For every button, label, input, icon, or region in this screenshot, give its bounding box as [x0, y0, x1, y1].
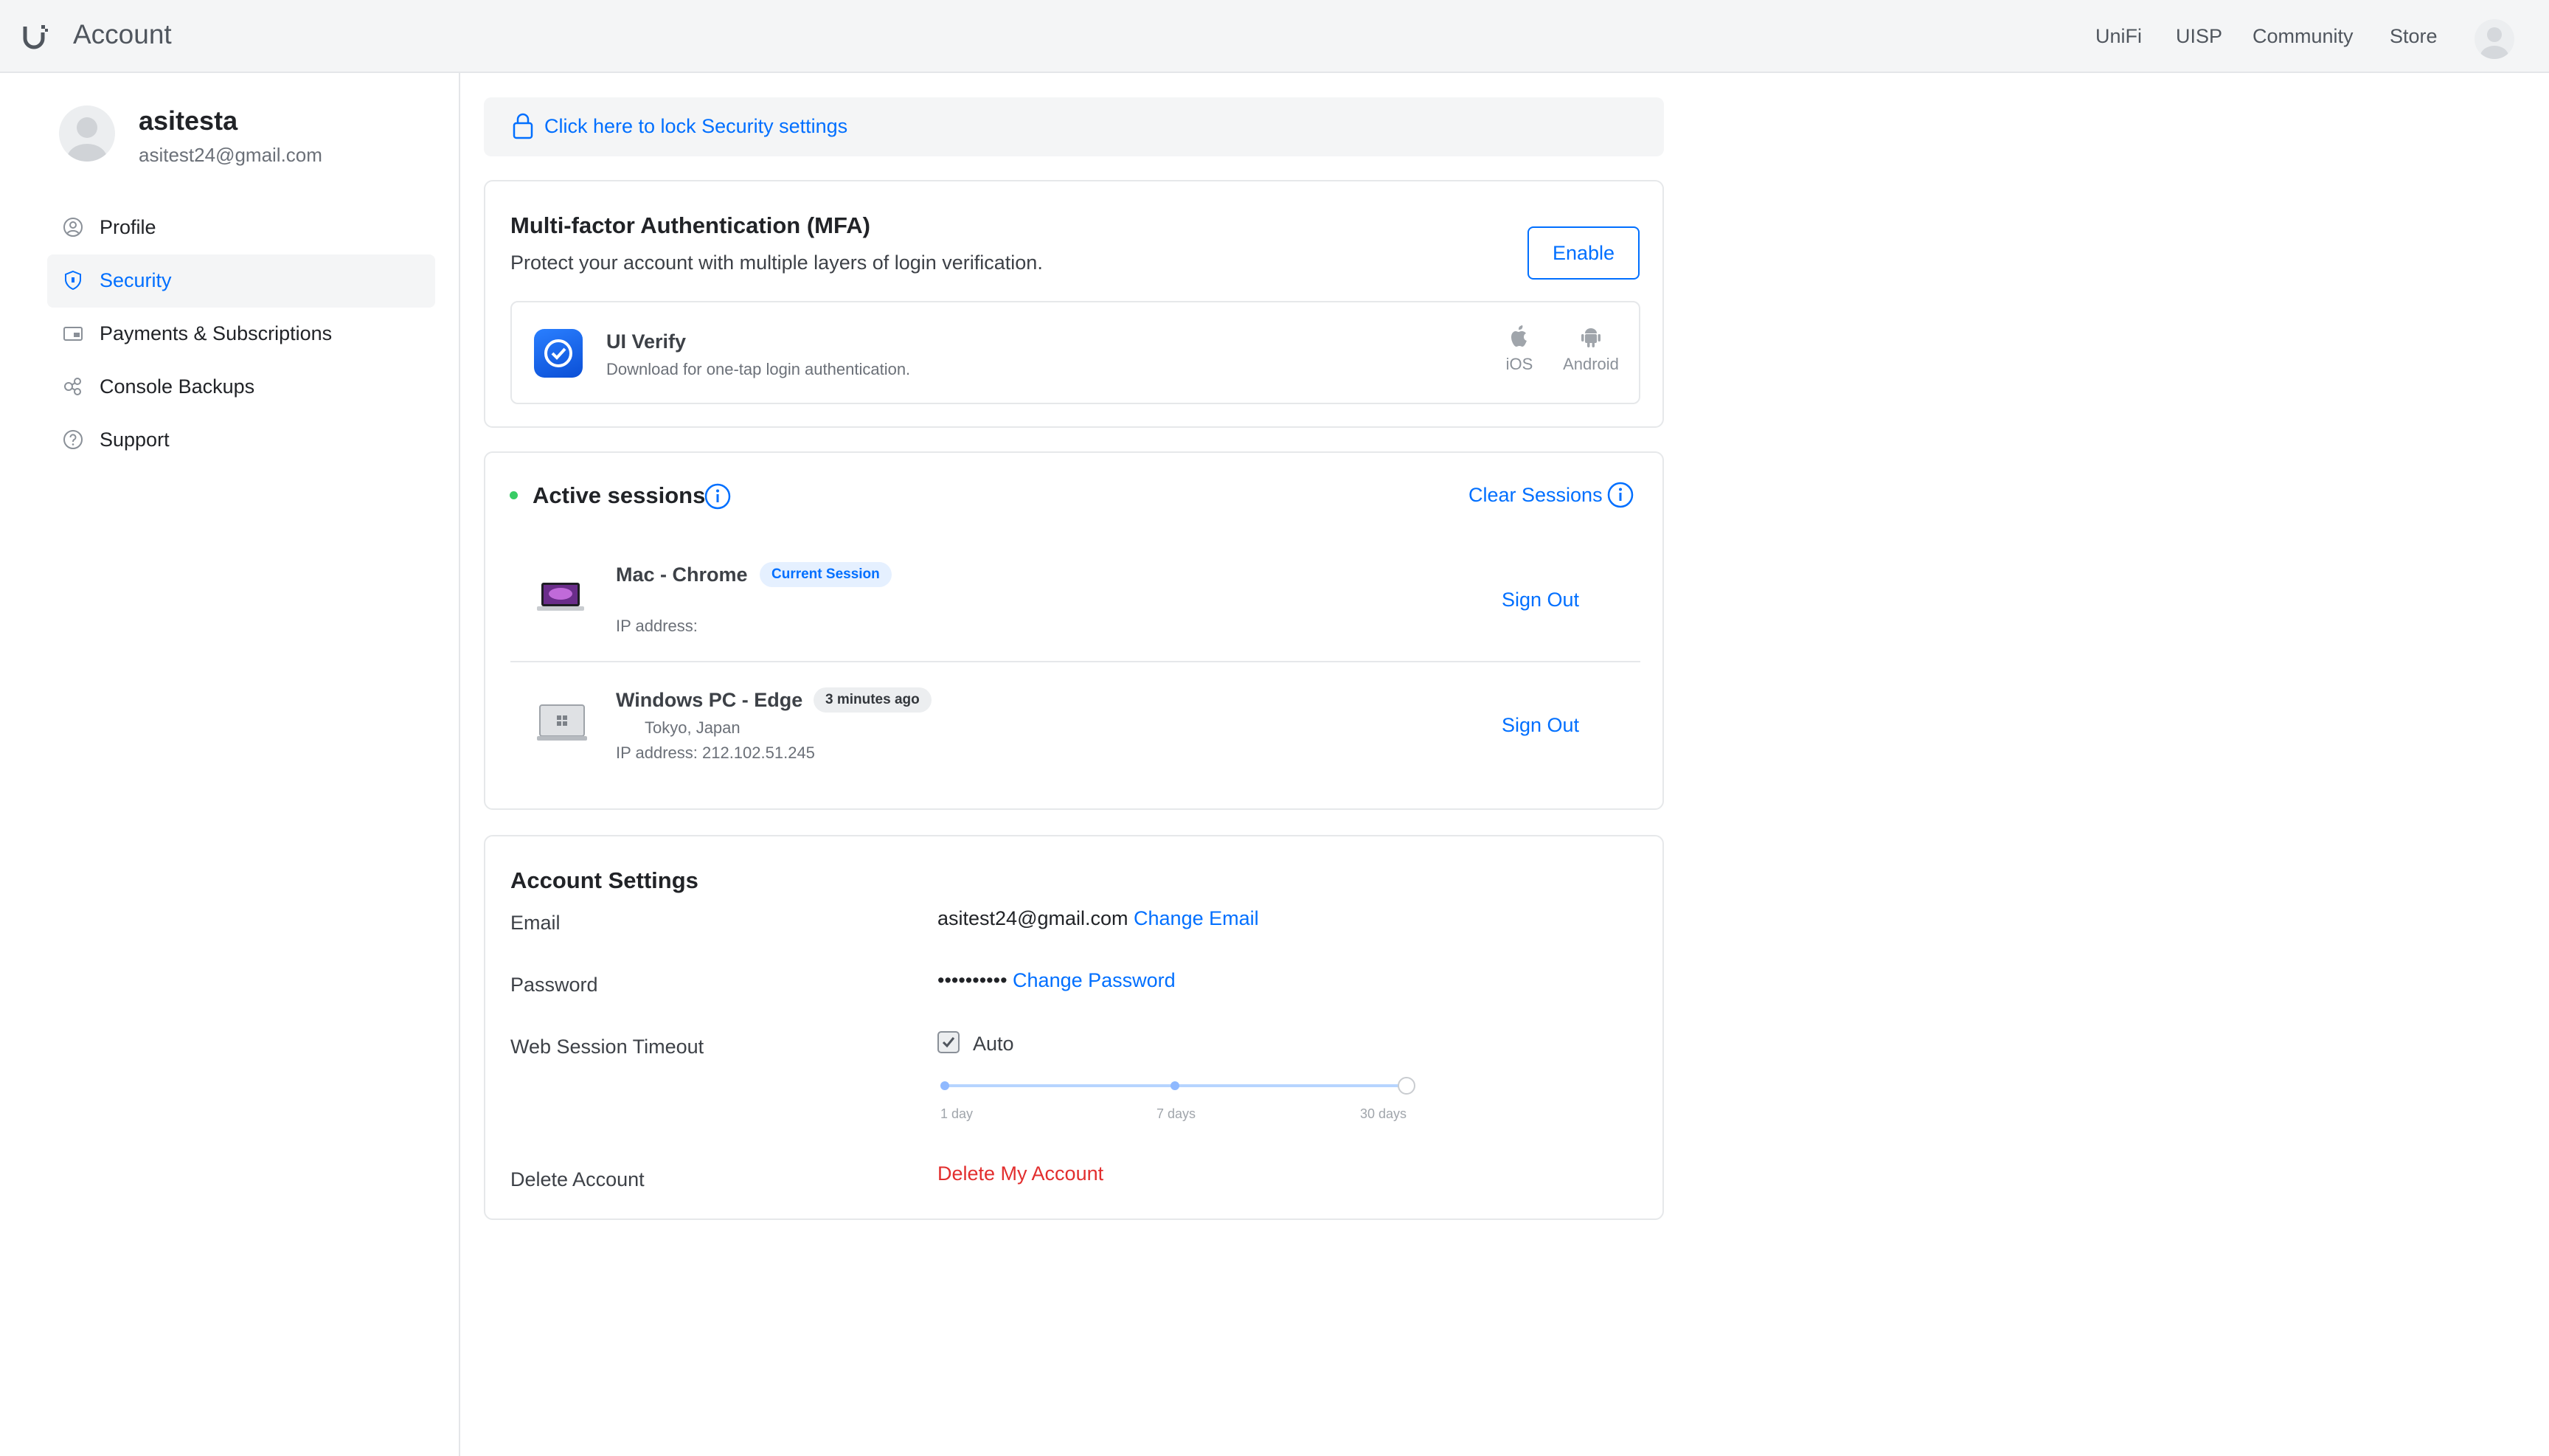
lock-icon	[513, 113, 533, 139]
macbook-icon	[537, 583, 584, 611]
session-device-name: Windows PC - Edge	[616, 689, 803, 711]
android-label: Android	[1563, 355, 1619, 373]
email-label: Email	[510, 912, 561, 934]
password-row-value: •••••••••• Change Password	[937, 969, 1176, 992]
delete-account-label: Delete Account	[510, 1168, 645, 1190]
account-settings-card: Account Settings Email asitest24@gmail.c…	[484, 835, 1664, 1220]
enable-mfa-button[interactable]: Enable	[1527, 226, 1640, 280]
mfa-title: Multi-factor Authentication (MFA)	[510, 212, 870, 238]
user-name: asitesta	[139, 105, 238, 136]
session-ip: IP address: 212.102.51.245	[616, 743, 815, 762]
help-circle-icon	[63, 430, 83, 449]
header-avatar[interactable]	[2475, 19, 2514, 59]
lock-security-bar[interactable]: Click here to lock Security settings	[484, 97, 1664, 156]
sidebar-item-label: Security	[100, 269, 172, 291]
sidebar: asitesta asitest24@gmail.com Profile Sec…	[0, 73, 460, 1456]
password-value: ••••••••••	[937, 969, 1008, 991]
auto-label: Auto	[973, 1033, 1014, 1055]
lock-security-link[interactable]: Click here to lock Security settings	[544, 115, 847, 138]
sessions-title: Active sessions	[533, 482, 706, 508]
user-silhouette-icon	[2480, 27, 2508, 59]
session-divider	[510, 661, 1640, 662]
email-row-value: asitest24@gmail.com Change Email	[937, 907, 1259, 930]
shield-icon	[65, 270, 81, 291]
password-label: Password	[510, 974, 598, 996]
slider-tick-7-days	[1171, 1081, 1179, 1090]
info-icon[interactable]	[1606, 481, 1634, 509]
info-icon[interactable]	[704, 482, 732, 510]
sidebar-item-label: Support	[100, 429, 170, 451]
nav-unifi[interactable]: UniFi	[2095, 25, 2142, 48]
ios-download[interactable]: iOS	[1502, 325, 1537, 374]
backup-icon	[64, 378, 81, 395]
web-session-timeout-label: Web Session Timeout	[510, 1036, 704, 1058]
sidebar-item-label: Console Backups	[100, 375, 255, 398]
online-status-dot	[510, 491, 518, 499]
active-sessions-card: Active sessions Clear Sessions Mac - Chr…	[484, 451, 1664, 810]
nav-store[interactable]: Store	[2390, 25, 2438, 48]
slider-tick-label: 7 days	[1156, 1106, 1196, 1121]
slider-tick-1-day	[940, 1081, 949, 1090]
check-shield-icon	[544, 339, 572, 367]
nav-community[interactable]: Community	[2253, 25, 2354, 48]
slider-tick-label: 1 day	[940, 1106, 974, 1121]
delete-account-link[interactable]: Delete My Account	[937, 1162, 1103, 1185]
session-ip: IP address:	[616, 617, 698, 635]
sidebar-item-profile[interactable]: Profile	[47, 201, 435, 254]
sidebar-item-label: Profile	[100, 216, 156, 238]
auto-timeout-checkbox[interactable]	[937, 1031, 960, 1053]
android-icon	[1581, 328, 1601, 347]
sidebar-item-payments[interactable]: Payments & Subscriptions	[47, 308, 435, 361]
slider-handle[interactable]	[1398, 1077, 1415, 1095]
sidebar-item-support[interactable]: Support	[47, 414, 435, 467]
sign-out-button[interactable]: Sign Out	[1502, 589, 1579, 611]
user-email: asitest24@gmail.com	[139, 144, 322, 166]
ubiquiti-logo[interactable]	[22, 22, 50, 50]
change-email-link[interactable]: Change Email	[1134, 907, 1259, 929]
session-device-name: Mac - Chrome	[616, 564, 748, 586]
ui-verify-app-icon	[534, 329, 583, 378]
checkmark-icon	[942, 1037, 955, 1048]
nav-uisp[interactable]: UISP	[2176, 25, 2222, 48]
user-circle-icon	[63, 218, 83, 237]
android-download[interactable]: Android	[1558, 325, 1624, 374]
current-session-badge: Current Session	[760, 562, 892, 587]
sign-out-button[interactable]: Sign Out	[1502, 714, 1579, 737]
email-value: asitest24@gmail.com	[937, 907, 1128, 929]
apple-icon	[1511, 325, 1527, 347]
ios-label: iOS	[1505, 355, 1533, 373]
change-password-link[interactable]: Change Password	[1013, 969, 1176, 991]
user-silhouette-icon	[67, 117, 107, 162]
ui-verify-name: UI Verify	[606, 330, 687, 353]
top-bar: Account UniFi UISP Community Store	[0, 0, 2549, 73]
app-title: Account	[73, 19, 172, 49]
session-location: Tokyo, Japan	[645, 718, 741, 737]
ui-verify-description: Download for one-tap login authenticatio…	[606, 360, 911, 378]
wallet-icon	[63, 327, 83, 341]
slider-tick-label: 30 days	[1360, 1106, 1407, 1121]
mfa-description: Protect your account with multiple layer…	[510, 252, 1043, 274]
clear-sessions-link[interactable]: Clear Sessions	[1468, 484, 1603, 507]
windows-pc-icon	[537, 704, 587, 741]
sidebar-item-security[interactable]: Security	[47, 254, 435, 308]
last-active-badge: 3 minutes ago	[814, 687, 932, 713]
sidebar-item-console-backups[interactable]: Console Backups	[47, 361, 435, 414]
user-avatar[interactable]	[59, 105, 115, 162]
account-settings-title: Account Settings	[510, 867, 698, 893]
mfa-card: Multi-factor Authentication (MFA) Protec…	[484, 180, 1664, 428]
sidebar-item-label: Payments & Subscriptions	[100, 322, 333, 344]
ui-verify-row: UI Verify Download for one-tap login aut…	[510, 301, 1640, 404]
